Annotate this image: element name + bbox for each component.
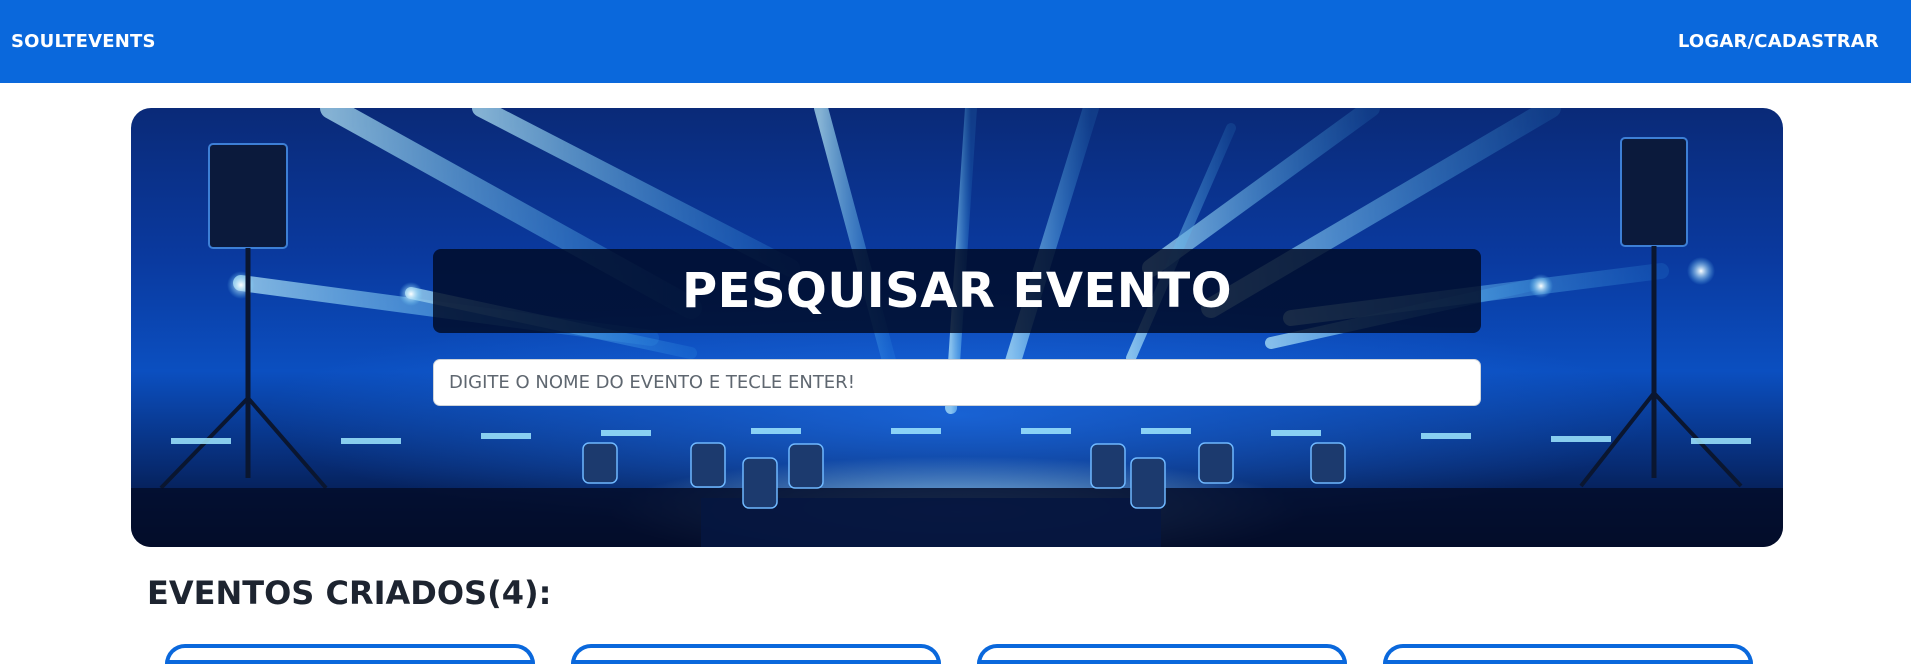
hero-banner: PESQUISAR EVENTO xyxy=(131,108,1783,547)
event-card[interactable] xyxy=(977,644,1347,664)
event-card[interactable] xyxy=(1383,644,1753,664)
search-title: PESQUISAR EVENTO xyxy=(681,263,1232,319)
events-section-title: EVENTOS CRIADOS(4): xyxy=(147,574,552,612)
search-title-box: PESQUISAR EVENTO xyxy=(433,249,1481,333)
event-search-input[interactable] xyxy=(433,359,1481,406)
brand-link[interactable]: SOULTEVENTS xyxy=(11,31,156,52)
login-register-link[interactable]: LOGAR/CADASTRAR xyxy=(1678,31,1879,52)
event-card[interactable] xyxy=(571,644,941,664)
navbar: SOULTEVENTS LOGAR/CADASTRAR xyxy=(0,0,1911,83)
event-card[interactable] xyxy=(165,644,535,664)
